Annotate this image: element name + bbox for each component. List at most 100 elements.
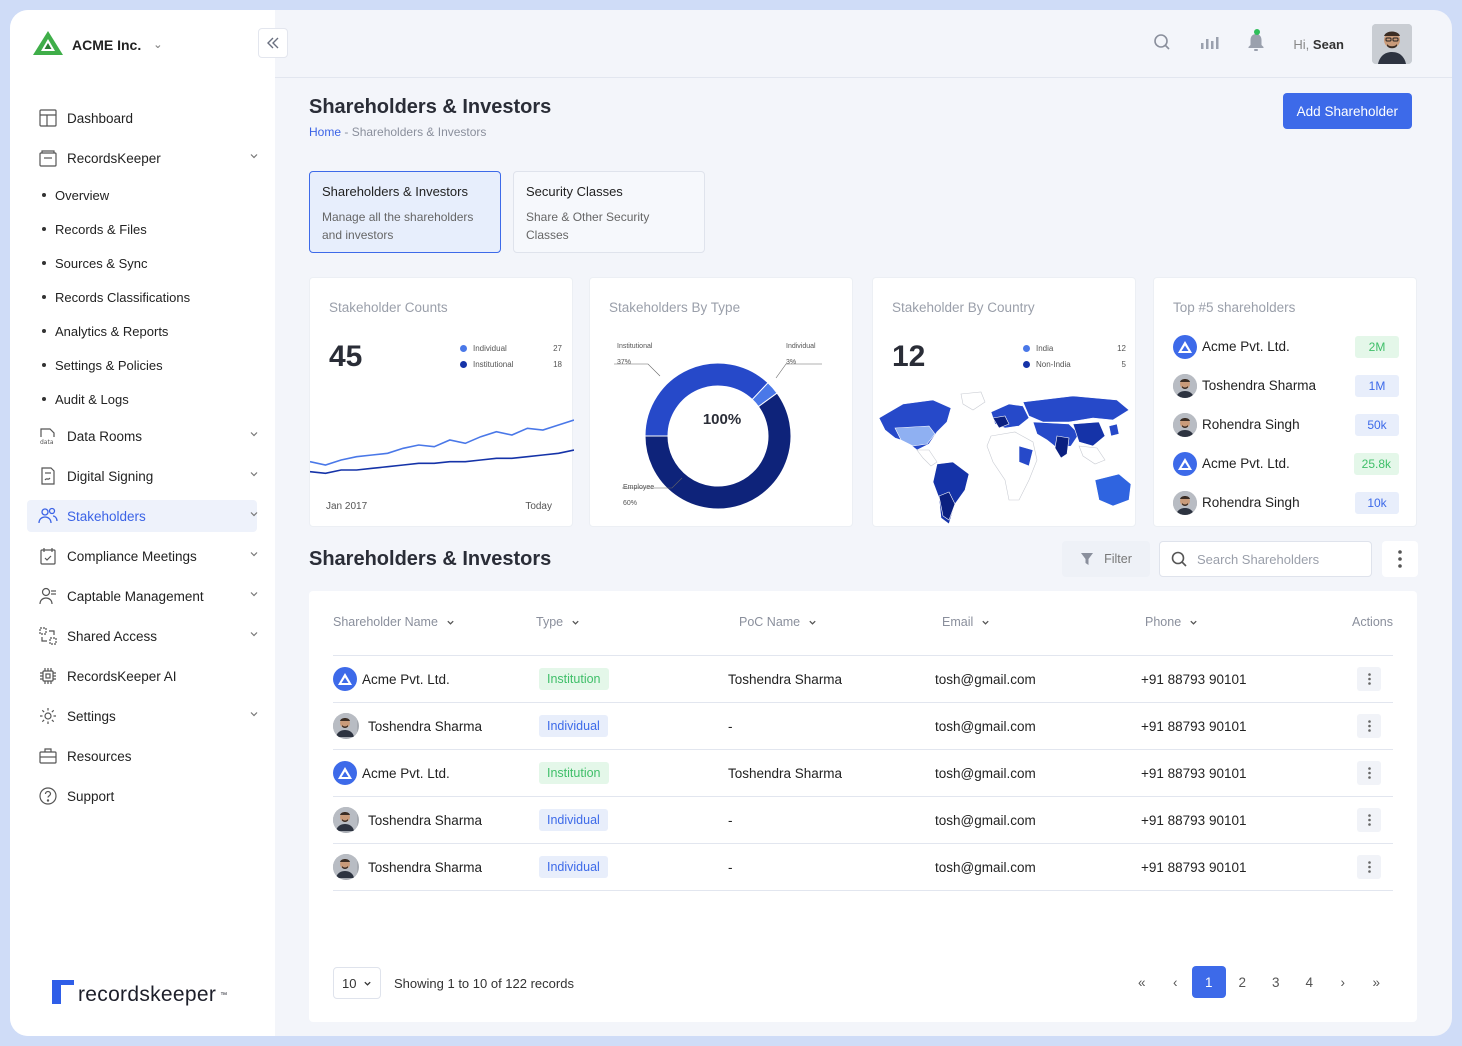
- row-actions-button[interactable]: [1357, 808, 1381, 832]
- collapse-sidebar-button[interactable]: [258, 28, 288, 58]
- filter-button[interactable]: Filter: [1062, 541, 1150, 577]
- chevron-down-icon[interactable]: [249, 151, 259, 161]
- sidebar-item-captable-management[interactable]: Captable Management: [10, 576, 275, 616]
- table-row[interactable]: Acme Pvt. Ltd. Institution Toshendra Sharm…: [333, 656, 1393, 703]
- row-actions-button[interactable]: [1357, 855, 1381, 879]
- search-icon[interactable]: [1153, 33, 1171, 56]
- sidebar-item-data-rooms[interactable]: data Data Rooms: [10, 416, 275, 456]
- next-page-button[interactable]: ›: [1326, 966, 1360, 998]
- sidebar-item-support[interactable]: Support: [10, 776, 275, 816]
- sidebar-nav: Dashboard RecordsKeeper Overview Records…: [10, 98, 275, 816]
- chevron-down-icon[interactable]: [249, 589, 259, 599]
- shareholder-name: Rohendra Singh: [1202, 417, 1300, 432]
- breadcrumb-home-link[interactable]: Home: [309, 125, 341, 139]
- acme-logo-icon: [32, 30, 64, 59]
- tab-title: Shareholders & Investors: [322, 184, 468, 199]
- chevron-down-icon: [447, 620, 454, 625]
- page-button-1[interactable]: 1: [1192, 966, 1226, 998]
- section-title: Shareholders & Investors: [309, 548, 552, 570]
- top-shareholder-row[interactable]: Rohendra Singh 50k: [1173, 405, 1399, 444]
- prev-page-button[interactable]: ‹: [1159, 966, 1193, 998]
- shareholder-name-cell: Toshendra Sharma: [333, 844, 482, 890]
- sidebar-item-resources[interactable]: Resources: [10, 736, 275, 776]
- sidebar-subitem-sources-sync[interactable]: Sources & Sync: [10, 246, 275, 280]
- top-shareholder-row[interactable]: Toshendra Sharma 1M: [1173, 366, 1399, 405]
- sidebar-subitem-records-files[interactable]: Records & Files: [10, 212, 275, 246]
- shareholder-name: Toshendra Sharma: [368, 718, 483, 734]
- sidebar-subitem-settings-policies[interactable]: Settings & Policies: [10, 348, 275, 382]
- sidebar-subitem-label: Records Classifications: [55, 289, 191, 305]
- type-cell: Individual: [539, 844, 608, 890]
- sidebar-subitem-label: Sources & Sync: [55, 255, 148, 271]
- compliance-meetings-icon: [38, 546, 58, 566]
- type-cell: Institution: [539, 656, 609, 702]
- sidebar-item-stakeholders[interactable]: Stakeholders: [27, 500, 259, 532]
- column-header-phone[interactable]: Phone: [1145, 615, 1198, 629]
- chevron-down-icon[interactable]: [249, 429, 259, 439]
- chevron-down-icon[interactable]: [249, 469, 259, 479]
- acme-logo-icon: [333, 761, 357, 785]
- recordskeeper-icon: [38, 148, 58, 168]
- sidebar-item-recordskeeper-ai[interactable]: RecordsKeeper AI: [10, 656, 275, 696]
- column-header-email[interactable]: Email: [942, 615, 990, 629]
- sidebar-item-label: Captable Management: [67, 588, 204, 604]
- page-size-select[interactable]: 10: [333, 967, 381, 999]
- shareholder-name-cell: Acme Pvt. Ltd.: [333, 750, 450, 796]
- chevron-down-icon[interactable]: [249, 709, 259, 719]
- first-page-button[interactable]: «: [1125, 966, 1159, 998]
- sidebar-subitem-overview[interactable]: Overview: [10, 178, 275, 212]
- recordskeeper-logo-icon: [52, 980, 74, 1010]
- vertical-dots-icon: [1367, 720, 1371, 732]
- tab-security-classes[interactable]: Security Classes Share & Other Security …: [513, 171, 705, 253]
- table-row[interactable]: Acme Pvt. Ltd. Institution Toshendra Sharm…: [333, 750, 1393, 797]
- sidebar-subitem-records-classifications[interactable]: Records Classifications: [10, 280, 275, 314]
- chevron-down-icon[interactable]: [249, 549, 259, 559]
- sidebar-item-shared-access[interactable]: Shared Access: [10, 616, 275, 656]
- sidebar-item-dashboard[interactable]: Dashboard: [10, 98, 275, 138]
- legend-swatch: [460, 360, 467, 368]
- row-actions-button[interactable]: [1357, 714, 1381, 738]
- notification-bell-icon[interactable]: [1247, 28, 1265, 57]
- last-page-button[interactable]: »: [1360, 966, 1394, 998]
- poc-name-cell: -: [728, 718, 733, 734]
- avatar: [1173, 373, 1197, 398]
- table-row[interactable]: Toshendra Sharma Individual - tosh@gmail.co…: [333, 703, 1393, 750]
- sidebar-item-digital-signing[interactable]: Digital Signing: [10, 456, 275, 496]
- column-header-type[interactable]: Type: [536, 615, 580, 629]
- row-actions-button[interactable]: [1357, 667, 1381, 691]
- analytics-icon[interactable]: [1199, 33, 1219, 56]
- top-shareholder-row[interactable]: Acme Pvt. Ltd. 25.8k: [1173, 444, 1399, 483]
- shared-access-icon: [38, 626, 58, 646]
- column-header-poc[interactable]: PoC Name: [739, 615, 817, 629]
- email-cell: tosh@gmail.com: [935, 859, 1036, 875]
- tab-shareholders-investors[interactable]: Shareholders & Investors Manage all the …: [309, 171, 501, 253]
- top-shareholder-row[interactable]: Acme Pvt. Ltd. 2M: [1173, 327, 1399, 366]
- captable-icon: [38, 586, 58, 606]
- user-avatar[interactable]: [1372, 24, 1412, 64]
- row-actions-button[interactable]: [1357, 761, 1381, 785]
- sidebar-subitem-analytics-reports[interactable]: Analytics & Reports: [10, 314, 275, 348]
- table-row[interactable]: Toshendra Sharma Individual - tosh@gmail.co…: [333, 844, 1393, 891]
- section-tabs: Shareholders & Investors Manage all the …: [309, 171, 705, 253]
- org-switcher[interactable]: ACME Inc. ⌄: [32, 30, 162, 59]
- page-button-3[interactable]: 3: [1259, 966, 1293, 998]
- add-shareholder-button[interactable]: Add Shareholder: [1282, 93, 1412, 129]
- type-badge: Institution: [539, 668, 609, 690]
- page-button-2[interactable]: 2: [1226, 966, 1260, 998]
- sidebar-item-compliance-meetings[interactable]: Compliance Meetings: [10, 536, 275, 576]
- sidebar-item-settings[interactable]: Settings: [10, 696, 275, 736]
- chevron-down-icon[interactable]: [249, 629, 259, 639]
- column-header-name[interactable]: Shareholder Name: [333, 615, 455, 629]
- table-row[interactable]: Toshendra Sharma Individual - tosh@gmail.co…: [333, 797, 1393, 844]
- chevron-down-icon[interactable]: [249, 509, 259, 519]
- sidebar-item-label: Digital Signing: [67, 468, 154, 484]
- search-input[interactable]: Search Shareholders: [1159, 541, 1372, 577]
- more-options-button[interactable]: [1382, 541, 1418, 577]
- sidebar-item-recordskeeper[interactable]: RecordsKeeper: [10, 138, 275, 178]
- top-shareholder-row[interactable]: Rohendra Singh 10k: [1173, 483, 1399, 522]
- vertical-dots-icon: [1367, 673, 1371, 685]
- phone-cell: +91 88793 90101: [1141, 671, 1247, 687]
- avatar: [333, 807, 359, 833]
- page-button-4[interactable]: 4: [1293, 966, 1327, 998]
- sidebar-subitem-audit-logs[interactable]: Audit & Logs: [10, 382, 275, 416]
